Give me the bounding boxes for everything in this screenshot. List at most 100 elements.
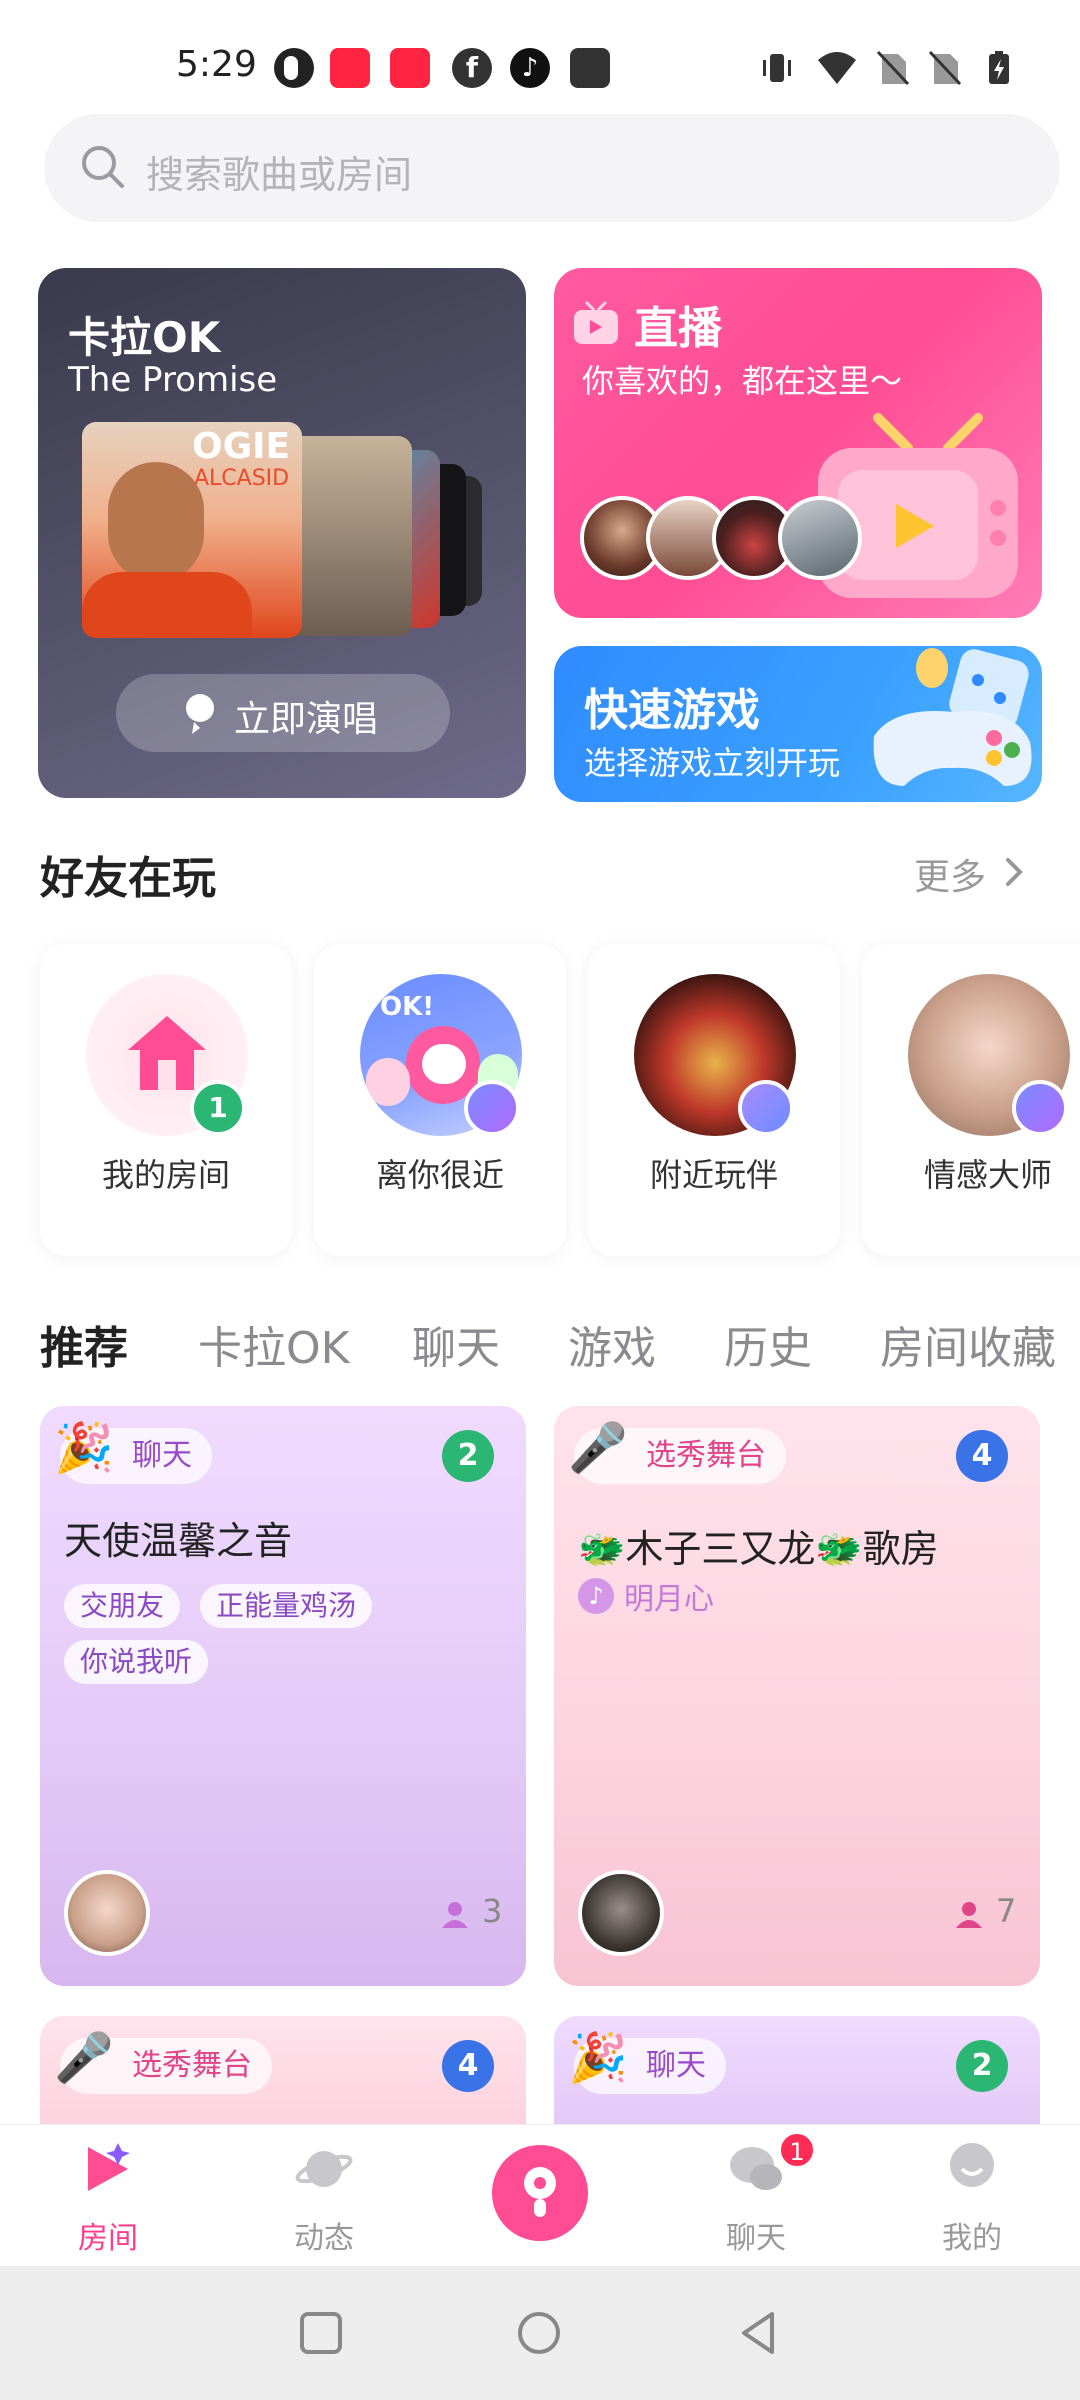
room-card[interactable]: 🎉 聊天 2 天使温馨之音 交朋友 正能量鸡汤 你说我听 3 bbox=[40, 1406, 526, 1986]
chevron-right-icon[interactable] bbox=[1000, 854, 1028, 890]
room-level-badge: 2 bbox=[442, 1430, 494, 1482]
emoji-badge bbox=[1012, 1080, 1068, 1136]
album-cover-shirt bbox=[82, 572, 252, 638]
album-cover-main: OGIE ALCASID bbox=[82, 422, 302, 638]
album-cover-subtitle: ALCASID bbox=[194, 466, 290, 491]
nav-me[interactable]: 我的 bbox=[864, 2125, 1080, 2267]
no-sim-icon bbox=[928, 50, 962, 86]
nav-sing-button[interactable] bbox=[492, 2145, 588, 2241]
battery-charging-icon bbox=[989, 51, 1009, 84]
people-icon bbox=[442, 1902, 468, 1928]
sing-now-button[interactable]: 立即演唱 bbox=[116, 674, 450, 752]
friend-card-emotion-master[interactable]: 情感大师 bbox=[862, 944, 1080, 1256]
nav-moments[interactable]: 动态 bbox=[216, 2125, 432, 2267]
emoji-badge bbox=[464, 1080, 520, 1136]
tv-icon bbox=[574, 300, 618, 344]
room-category-label: 聊天 bbox=[646, 2048, 706, 2083]
album-cover-title: OGIE bbox=[192, 426, 291, 467]
wifi-icon bbox=[818, 52, 856, 84]
karaoke-title: 卡拉OK bbox=[68, 313, 221, 362]
room-listener-count: 7 bbox=[996, 1892, 1017, 1930]
live-card[interactable]: 直播 你喜欢的，都在这里～ bbox=[554, 268, 1042, 618]
planet-icon bbox=[295, 2151, 353, 2187]
mic-icon bbox=[186, 694, 214, 734]
back-icon[interactable] bbox=[736, 2310, 782, 2356]
friends-section-title: 好友在玩 bbox=[40, 853, 216, 904]
friend-card-nearby[interactable]: OK! 离你很近 bbox=[314, 944, 566, 1256]
host-avatar bbox=[64, 1870, 150, 1956]
room-tag-chip: 交朋友 bbox=[64, 1584, 181, 1628]
microphone-icon: 🎤 bbox=[568, 1420, 628, 1476]
tab-recommended[interactable]: 推荐 bbox=[40, 1312, 128, 1376]
app-icon bbox=[274, 48, 314, 88]
inbox-icon bbox=[570, 48, 610, 88]
live-title: 直播 bbox=[634, 303, 722, 354]
album-cover-face bbox=[108, 462, 204, 582]
host-avatar bbox=[578, 1870, 664, 1956]
room-category-tag: 🎤 选秀舞台 bbox=[54, 2030, 272, 2094]
tab-games[interactable]: 游戏 bbox=[568, 1312, 656, 1376]
nav-label: 房间 bbox=[78, 2221, 138, 2256]
microphone-icon: 🎤 bbox=[54, 2030, 114, 2086]
room-level-badge: 4 bbox=[956, 1430, 1008, 1482]
search-placeholder: 搜索歌曲或房间 bbox=[146, 153, 413, 197]
gamepad-illustration bbox=[873, 648, 1032, 786]
room-card[interactable]: 🎤 选秀舞台 4 bbox=[40, 2016, 526, 2124]
profile-icon bbox=[950, 2143, 994, 2187]
live-subtitle: 你喜欢的，都在这里～ bbox=[582, 362, 903, 400]
xiaohongshu-icon bbox=[390, 48, 430, 88]
room-card[interactable]: 🎉 聊天 2 bbox=[554, 2016, 1040, 2124]
owner-icon: ♪ bbox=[578, 1578, 614, 1614]
party-popper-icon: 🎉 bbox=[54, 1420, 114, 1476]
tab-chat[interactable]: 聊天 bbox=[412, 1312, 500, 1376]
microphone-icon bbox=[524, 2167, 556, 2217]
nearby-circle-art-text: OK! bbox=[380, 992, 435, 1022]
room-level-badge: 2 bbox=[956, 2040, 1008, 2092]
nav-chat[interactable]: 1 聊天 bbox=[648, 2125, 864, 2267]
search-icon bbox=[82, 146, 124, 188]
room-listener-count: 3 bbox=[482, 1892, 503, 1930]
people-icon bbox=[956, 1902, 982, 1928]
room-category-tag: 🎉 聊天 bbox=[54, 1420, 212, 1484]
room-owner: 明月心 bbox=[624, 1582, 714, 1617]
friend-card-label: 我的房间 bbox=[101, 1156, 230, 1194]
room-category-label: 聊天 bbox=[132, 1438, 192, 1473]
status-bar: 5:29 f ♪ bbox=[0, 0, 1080, 110]
tab-room-favorites[interactable]: 房间收藏 bbox=[880, 1312, 1056, 1376]
friend-card-label: 离你很近 bbox=[375, 1156, 504, 1194]
bottom-nav: 房间 动态 1 聊天 我的 bbox=[0, 2124, 1080, 2266]
game-title: 快速游戏 bbox=[584, 685, 760, 736]
chat-unread-badge: 1 bbox=[778, 2131, 816, 2169]
vibrate-icon bbox=[763, 54, 791, 82]
status-time: 5:29 bbox=[176, 44, 257, 85]
room-category-tag: 🎉 聊天 bbox=[568, 2030, 726, 2094]
karaoke-song: The Promise bbox=[68, 360, 278, 400]
nearby-character bbox=[366, 1058, 410, 1106]
home-button-icon[interactable] bbox=[516, 2310, 562, 2356]
friend-card-nearby-players[interactable]: 附近玩伴 bbox=[588, 944, 840, 1256]
nav-label: 我的 bbox=[942, 2221, 1002, 2256]
karaoke-card[interactable]: 卡拉OK The Promise OGIE ALCASID 立即演唱 bbox=[38, 268, 526, 798]
level-badge: 1 bbox=[190, 1080, 246, 1136]
friend-card-my-room[interactable]: 1 我的房间 bbox=[40, 944, 292, 1256]
recent-apps-icon[interactable] bbox=[298, 2310, 344, 2356]
friends-more-link[interactable]: 更多 bbox=[914, 848, 986, 900]
rooms-icon bbox=[88, 2143, 130, 2191]
room-tag-chip: 你说我听 bbox=[64, 1640, 209, 1684]
friend-card-label: 情感大师 bbox=[923, 1156, 1052, 1194]
tab-karaoke[interactable]: 卡拉OK bbox=[198, 1312, 350, 1376]
search-bar[interactable]: 搜索歌曲或房间 bbox=[44, 114, 1060, 222]
room-level-badge: 4 bbox=[442, 2040, 494, 2092]
room-name: 🐲木子三又龙🐲歌房 bbox=[578, 1527, 939, 1571]
nav-rooms[interactable]: 房间 bbox=[0, 2125, 216, 2267]
no-sim-icon bbox=[876, 50, 910, 86]
friend-card-label: 附近玩伴 bbox=[649, 1156, 778, 1194]
home-icon bbox=[128, 1016, 206, 1090]
room-card[interactable]: 🎤 选秀舞台 4 🐲木子三又龙🐲歌房 ♪ 明月心 7 bbox=[554, 1406, 1040, 1986]
live-avatar bbox=[778, 496, 862, 580]
party-popper-icon: 🎉 bbox=[568, 2030, 628, 2086]
room-category-label: 选秀舞台 bbox=[646, 1438, 766, 1473]
tab-history[interactable]: 历史 bbox=[724, 1312, 812, 1376]
nav-label: 聊天 bbox=[726, 2221, 786, 2256]
quick-game-card[interactable]: 快速游戏 选择游戏立刻开玩 bbox=[554, 646, 1042, 802]
